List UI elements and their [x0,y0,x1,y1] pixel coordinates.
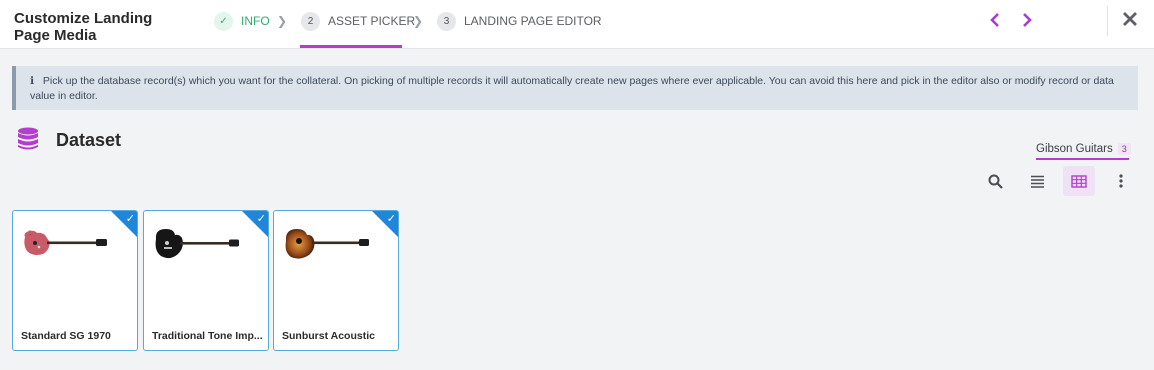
chevron-right-icon: ❯ [413,14,424,28]
step-label: ASSET PICKER [328,14,416,28]
check-icon: ✓ [256,213,266,225]
more-vert-icon [1119,174,1123,188]
chevron-left-icon [990,13,999,27]
record-card[interactable]: ✓ Traditional Tone Imp... [143,210,269,351]
check-icon: ✓ [214,11,233,31]
chevron-right-icon [1023,13,1032,27]
step-number: 3 [437,11,456,31]
info-text: Pick up the database record(s) which you… [30,75,1114,102]
chevron-right-icon: ❯ [277,14,288,28]
tab-label: Gibson Guitars [1036,143,1113,155]
record-card[interactable]: ✓ Standard SG 1970 [12,210,138,351]
search-button[interactable] [979,166,1011,196]
step-landing-page-editor[interactable]: 3 LANDING PAGE EDITOR [437,11,602,31]
step-label: LANDING PAGE EDITOR [464,14,602,28]
next-button[interactable] [1018,10,1036,30]
active-tab-indicator [1036,158,1129,160]
header-divider [1107,6,1108,36]
prev-button[interactable] [986,10,1004,30]
sunburst-acoustic-guitar-image [285,229,369,259]
step-asset-picker[interactable]: 2 ASSET PICKER [301,11,415,31]
grid-view-button[interactable] [1063,166,1095,196]
info-banner: ℹ Pick up the database record(s) which y… [12,66,1138,110]
record-name: Standard SG 1970 [21,330,111,342]
check-icon: ✓ [125,213,135,225]
grid-view-icon [1071,174,1087,188]
database-icon [18,127,38,150]
info-icon: ℹ [30,75,34,87]
step-info[interactable]: ✓ INFO [214,11,270,31]
step-number: 2 [301,11,320,31]
search-icon [988,174,1003,189]
record-name: Sunburst Acoustic [282,330,375,342]
record-name: Traditional Tone Imp... [152,330,263,342]
top-header: Customize Landing Page Media ✓ INFO ❯ 2 … [0,0,1154,49]
list-view-button[interactable] [1021,166,1053,196]
page-title: Customize Landing Page Media [14,10,153,44]
check-icon: ✓ [386,213,396,225]
step-label: INFO [241,14,270,28]
list-view-icon [1030,175,1044,188]
tab-count-badge: 3 [1117,143,1131,155]
black-semi-hollow-guitar-image [155,229,239,259]
tab-gibson-guitars[interactable]: Gibson Guitars 3 [1036,139,1131,159]
record-card[interactable]: ✓ Sunburst Acoustic [273,210,399,351]
close-icon [1123,12,1137,26]
red-sg-guitar-image [24,230,107,255]
active-step-indicator [300,45,402,48]
dataset-title: Dataset [56,130,122,150]
more-options-button[interactable] [1105,166,1137,196]
close-button[interactable] [1119,8,1141,30]
